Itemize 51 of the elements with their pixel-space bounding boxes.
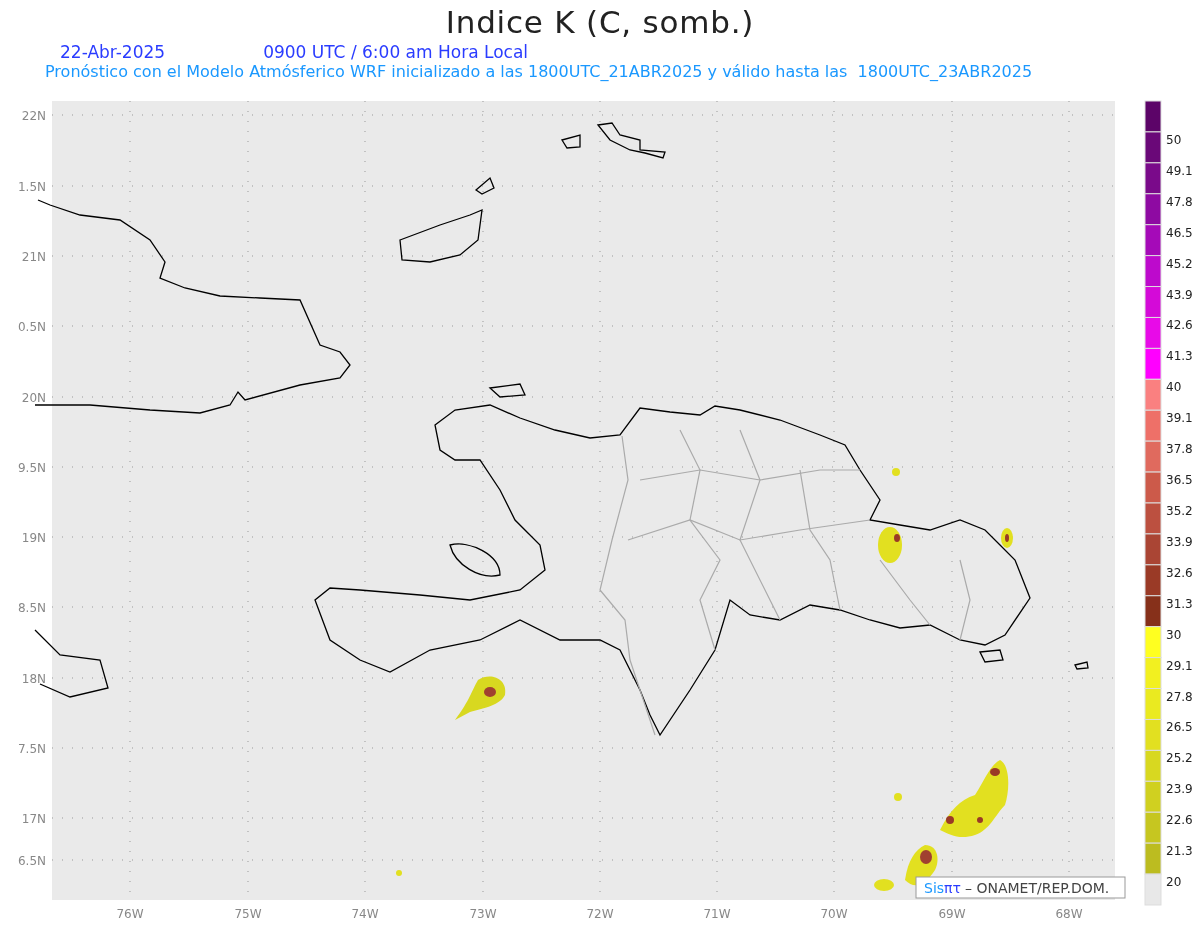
latitude-label: 1.5N (17, 180, 46, 194)
colorbar-label: 20 (1166, 875, 1182, 890)
colorbar-label: 37.8 (1166, 442, 1193, 457)
colorbar-label: 36.5 (1166, 473, 1193, 488)
subtitle: Pronóstico con el Modelo Atmósferico WRF inicializado a las 1800UTC_21ABR2025 y válido hasta las 1800UTC_23ABR2025 (45, 62, 1034, 82)
colorbar-label: 31.3 (1166, 596, 1193, 611)
colorbar-label: 33.9 (1166, 534, 1193, 549)
date-label: 22-Abr-2025 (60, 42, 166, 62)
latitude-label: 19N (21, 531, 46, 545)
longitude-label: 76W (116, 907, 144, 921)
colorbar-label: 29.1 (1166, 658, 1193, 673)
colorbar-label: 46.5 (1166, 225, 1193, 240)
longitude-label: 73W (469, 907, 497, 921)
longitude-label: 68W (1055, 907, 1083, 921)
latitude-label: 0.5N (17, 320, 46, 334)
latitude-label: 17N (21, 812, 46, 826)
longitude-label: 72W (586, 907, 614, 921)
colorbar-label: 41.3 (1166, 349, 1193, 364)
latitude-label: 8.5N (17, 601, 46, 615)
colorbar-label: 35.2 (1166, 504, 1193, 518)
colorbar-label: 49.1 (1166, 163, 1193, 178)
colorbar-label: 43.9 (1166, 287, 1193, 302)
colorbar-label: 45.2 (1166, 256, 1193, 271)
longitude-label: 69W (938, 907, 966, 921)
colorbar-label: 50 (1166, 132, 1182, 147)
colorbar-label: 32.6 (1166, 565, 1193, 580)
latitude-label: 22N (21, 109, 46, 123)
colorbar-label: 47.8 (1166, 194, 1193, 209)
time-label: 0900 UTC / 6:00 am Hora Local (263, 42, 529, 62)
colorbar-label: 26.5 (1166, 720, 1193, 735)
colorbar-label: 21.3 (1166, 844, 1193, 859)
map-title: Indice K (C, somb.) (445, 4, 755, 40)
colorbar-label: 30 (1166, 627, 1182, 642)
longitude-label: 70W (820, 907, 848, 921)
latitude-label: 18N (21, 672, 46, 686)
latitude-label: 7.5N (17, 742, 46, 756)
colorbar-label: 40 (1166, 380, 1182, 395)
colorbar-label: 22.6 (1166, 813, 1193, 828)
colorbar-label: 27.8 (1166, 689, 1193, 704)
latitude-label: 6.5N (17, 854, 46, 868)
longitude-label: 75W (234, 907, 262, 921)
longitude-label: 71W (703, 907, 731, 921)
latitude-label: 21N (21, 250, 46, 264)
colorbar-label: 23.9 (1166, 782, 1193, 797)
latitude-label: 20N (21, 391, 46, 405)
longitude-label: 74W (351, 907, 379, 921)
latitude-label: 9.5N (17, 461, 46, 475)
colorbar-label: 25.2 (1166, 751, 1193, 766)
colorbar-label: 42.6 (1166, 318, 1193, 333)
credit-label: Sisπτ – ONAMET/REP.DOM. (915, 876, 1126, 899)
colorbar-label: 39.1 (1166, 411, 1193, 426)
